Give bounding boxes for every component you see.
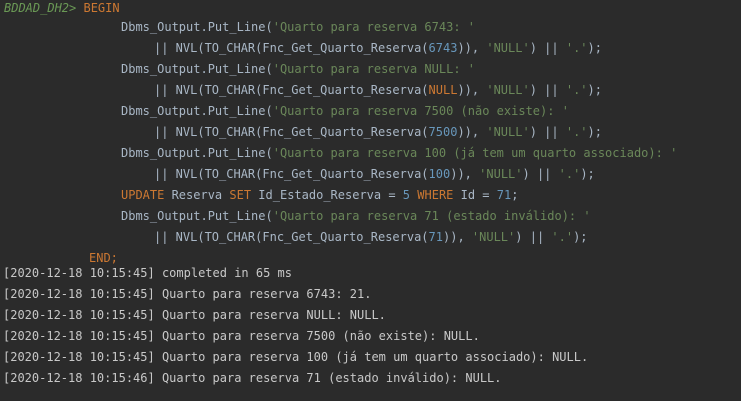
function-call: Dbms_Output.Put_Line(: [121, 20, 273, 34]
string-literal: 'Quarto para reserva 6743: ': [272, 20, 476, 34]
code-line: Dbms_Output.Put_Line('Quarto para reserv…: [121, 17, 475, 38]
keyword-update: UPDATE: [121, 188, 165, 202]
code-text: ) ||: [522, 167, 559, 181]
log-line: [2020-12-18 10:15:45] Quarto para reserv…: [3, 329, 480, 343]
console-prompt: BDDAD_DH2>: [4, 1, 77, 15]
code-text: );: [587, 41, 602, 55]
number-literal: 5: [402, 188, 411, 202]
log-line: [2020-12-18 10:15:45] Quarto para reserv…: [3, 308, 386, 322]
code-text: Id =: [453, 188, 497, 202]
number-literal: 6743: [428, 41, 458, 55]
code-text: Reserva: [164, 188, 230, 202]
function-call: Dbms_Output.Put_Line(: [121, 62, 273, 76]
keyword-null: NULL: [428, 83, 458, 97]
string-literal: '.': [551, 230, 574, 244]
code-line: Dbms_Output.Put_Line('Quarto para reserv…: [121, 59, 475, 80]
code-text: );: [580, 167, 595, 181]
code-line: Dbms_Output.Put_Line('Quarto para reserv…: [121, 206, 591, 227]
string-literal: 'NULL': [479, 167, 523, 181]
code-text: Id_Estado_Reserva =: [251, 188, 403, 202]
code-line: || NVL(TO_CHAR(Fnc_Get_Quarto_Reserva(67…: [154, 38, 602, 59]
code-line: Dbms_Output.Put_Line('Quarto para reserv…: [121, 143, 677, 164]
code-line-begin: BDDAD_DH2> BEGIN: [4, 0, 120, 19]
string-literal: 'Quarto para reserva 7500 (não existe): …: [272, 104, 569, 118]
string-literal: 'NULL': [486, 41, 530, 55]
log-line: [2020-12-18 10:15:46] Quarto para reserv…: [3, 371, 502, 385]
code-text: || NVL(TO_CHAR(Fnc_Get_Quarto_Reserva(: [154, 41, 429, 55]
code-text: ) ||: [529, 83, 566, 97]
string-literal: '.': [558, 167, 581, 181]
code-text: ) ||: [515, 230, 552, 244]
code-text: || NVL(TO_CHAR(Fnc_Get_Quarto_Reserva(: [154, 83, 429, 97]
string-literal: 'Quarto para reserva NULL: ': [272, 62, 476, 76]
string-literal: 'NULL': [486, 83, 530, 97]
code-line: || NVL(TO_CHAR(Fnc_Get_Quarto_Reserva(75…: [154, 122, 602, 143]
code-text: );: [587, 125, 602, 139]
function-call: Dbms_Output.Put_Line(: [121, 209, 273, 223]
code-line: || NVL(TO_CHAR(Fnc_Get_Quarto_Reserva(NU…: [154, 80, 602, 101]
code-line: Dbms_Output.Put_Line('Quarto para reserv…: [121, 101, 569, 122]
code-text: );: [587, 83, 602, 97]
string-literal: '.': [565, 83, 588, 97]
code-line-update: UPDATE Reserva SET Id_Estado_Reserva = 5…: [121, 185, 518, 206]
output-log: [2020-12-18 10:15:45] completed in 65 ms…: [0, 263, 741, 389]
code-text: );: [573, 230, 588, 244]
code-text: )),: [457, 83, 487, 97]
log-line: [2020-12-18 10:15:45] Quarto para reserv…: [3, 350, 589, 364]
function-call: Dbms_Output.Put_Line(: [121, 146, 273, 160]
code-text: )),: [457, 41, 487, 55]
number-literal: 71: [428, 230, 443, 244]
code-text: || NVL(TO_CHAR(Fnc_Get_Quarto_Reserva(: [154, 125, 429, 139]
sql-console[interactable]: BDDAD_DH2> BEGIN Dbms_Output.Put_Line('Q…: [0, 0, 741, 401]
keyword-set: SET: [229, 188, 252, 202]
string-literal: '.': [565, 41, 588, 55]
code-line: || NVL(TO_CHAR(Fnc_Get_Quarto_Reserva(10…: [154, 164, 595, 185]
string-literal: 'Quarto para reserva 71 (estado inválido…: [272, 209, 591, 223]
code-text: ) ||: [529, 125, 566, 139]
code-text: )),: [450, 167, 480, 181]
keyword-where: WHERE: [417, 188, 454, 202]
code-text: )),: [443, 230, 472, 244]
string-literal: 'NULL': [486, 125, 530, 139]
number-literal: 7500: [428, 125, 458, 139]
keyword-begin: BEGIN: [83, 1, 120, 15]
code-text: || NVL(TO_CHAR(Fnc_Get_Quarto_Reserva(: [154, 167, 429, 181]
log-line: [2020-12-18 10:15:45] Quarto para reserv…: [3, 287, 372, 301]
code-text: ) ||: [529, 41, 566, 55]
code-text: ;: [511, 188, 519, 202]
number-literal: 100: [428, 167, 451, 181]
number-literal: 71: [496, 188, 512, 202]
function-call: Dbms_Output.Put_Line(: [121, 104, 273, 118]
log-line: [2020-12-18 10:15:45] completed in 65 ms: [3, 266, 292, 280]
string-literal: '.': [565, 125, 588, 139]
string-literal: 'Quarto para reserva 100 (já tem um quar…: [272, 146, 678, 160]
code-line: || NVL(TO_CHAR(Fnc_Get_Quarto_Reserva(71…: [154, 227, 588, 248]
code-text: || NVL(TO_CHAR(Fnc_Get_Quarto_Reserva(: [154, 230, 429, 244]
string-literal: 'NULL': [471, 230, 516, 244]
code-text: )),: [457, 125, 487, 139]
